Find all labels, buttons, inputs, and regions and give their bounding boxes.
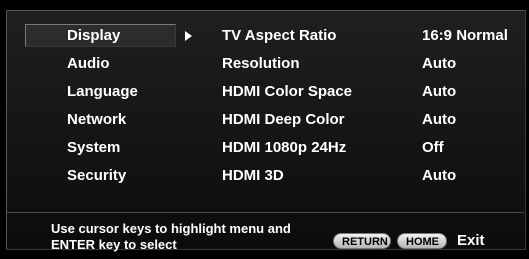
setting-value-resolution[interactable]: Auto [422,52,456,75]
setting-value-hdmi-3d[interactable]: Auto [422,164,456,187]
hint-line-1: Use cursor keys to highlight menu and [51,221,291,236]
footer-divider [7,212,524,213]
menu-row-network: Network HDMI Deep Color Auto [25,106,505,134]
menu-row-display: Display TV Aspect Ratio 16:9 Normal [25,22,508,50]
setting-value-hdmi-color-space[interactable]: Auto [422,80,456,103]
menu-row-language: Language HDMI Color Space Auto [25,78,505,106]
menu-row-security: Security HDMI 3D Auto [25,162,505,190]
footer-hint: Use cursor keys to highlight menu and EN… [51,221,291,253]
category-language[interactable]: Language [25,80,176,103]
setting-resolution[interactable]: Resolution [222,52,300,75]
setting-value-hdmi-1080p-24hz[interactable]: Off [422,136,444,159]
category-network[interactable]: Network [25,108,176,131]
arrow-right-icon [185,31,192,41]
setting-hdmi-1080p-24hz[interactable]: HDMI 1080p 24Hz [222,136,346,159]
exit-label[interactable]: Exit [457,232,485,250]
setting-hdmi-deep-color[interactable]: HDMI Deep Color [222,108,345,131]
setting-hdmi-color-space[interactable]: HDMI Color Space [222,80,352,103]
category-security[interactable]: Security [25,164,176,187]
menu-row-audio: Audio Resolution Auto [25,50,505,78]
setting-hdmi-3d[interactable]: HDMI 3D [222,164,284,187]
hint-line-2: ENTER key to select [51,237,177,252]
setting-tv-aspect-ratio[interactable]: TV Aspect Ratio [222,24,336,47]
setting-value-hdmi-deep-color[interactable]: Auto [422,108,456,131]
setting-value-tv-aspect-ratio[interactable]: 16:9 Normal [422,24,508,47]
setup-screen: Display TV Aspect Ratio 16:9 Normal Audi… [0,0,529,259]
setup-menu: Display TV Aspect Ratio 16:9 Normal Audi… [25,22,508,190]
menu-row-system: System HDMI 1080p 24Hz Off [25,134,505,162]
category-system[interactable]: System [25,136,176,159]
category-audio[interactable]: Audio [25,52,176,75]
return-button[interactable]: RETURN [333,233,391,249]
category-display[interactable]: Display [25,24,176,47]
home-button[interactable]: HOME [397,233,447,249]
